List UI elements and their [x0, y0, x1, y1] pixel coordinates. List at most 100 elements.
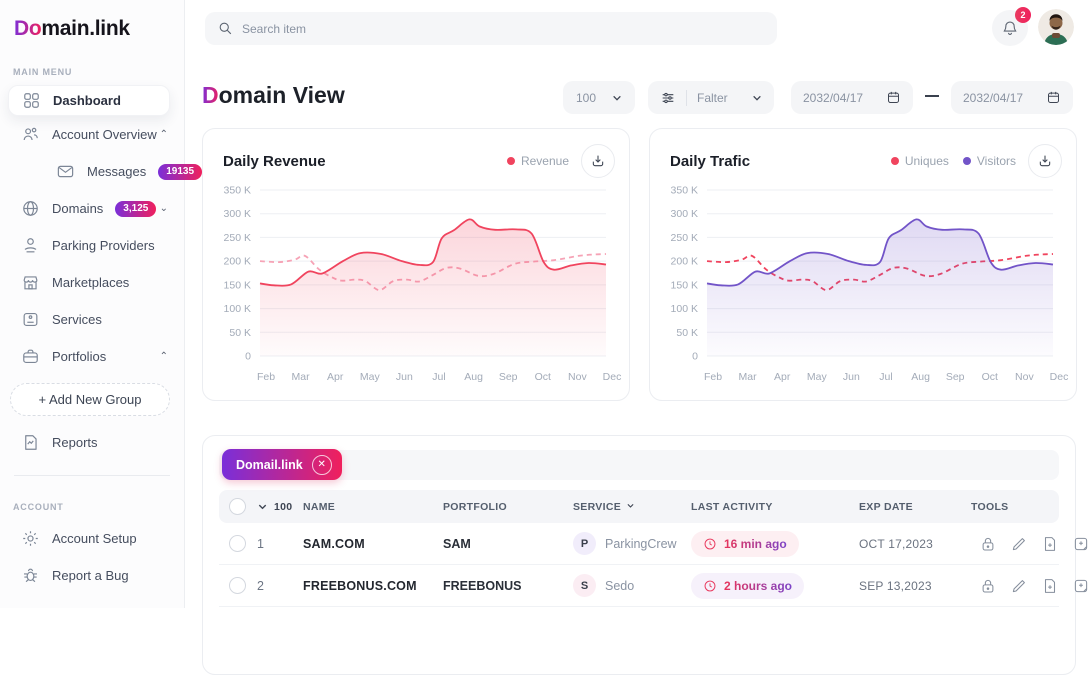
legend-label: Revenue — [521, 154, 569, 168]
sidebar-item-marketplaces[interactable]: Marketplaces — [0, 264, 184, 301]
sidebar-item-report-a-bug[interactable]: Report a Bug — [0, 557, 184, 594]
sidebar-item-messages[interactable]: Messages 19135 — [0, 153, 184, 190]
bug-icon — [21, 566, 40, 585]
download-button[interactable] — [1028, 144, 1062, 178]
export-note-tool-button[interactable] — [1072, 577, 1088, 595]
add-file-tool-button[interactable] — [1041, 577, 1059, 595]
page-size-select[interactable]: 100 — [563, 81, 635, 114]
exp-date-cell: OCT 17,2023 — [859, 537, 971, 551]
avatar-image — [1038, 9, 1074, 45]
avatar[interactable] — [1038, 9, 1074, 45]
row-number: 2 — [257, 579, 303, 593]
lock-tool-button[interactable] — [979, 535, 997, 553]
sidebar-item-account-overview[interactable]: Account Overview ⌃ — [0, 116, 184, 153]
add-file-tool-button[interactable] — [1041, 535, 1059, 553]
sidebar-item-label: Reports — [52, 435, 98, 450]
svg-text:200 K: 200 K — [671, 256, 698, 268]
column-header-tools: TOOLS — [971, 501, 1055, 513]
sidebar-item-dashboard[interactable]: Dashboard — [8, 85, 170, 116]
table-count-select[interactable]: 100 — [257, 501, 303, 513]
sidebar-item-parking-providers[interactable]: Parking Providers — [0, 227, 184, 264]
gear-icon — [21, 529, 40, 548]
daily-revenue-chart: 350 K300 K250 K200 K150 K100 K50 K0FebMa… — [210, 182, 622, 388]
sidebar-item-reports[interactable]: Reports — [0, 424, 184, 461]
sidebar-item-portfolios[interactable]: Portfolios ⌃ — [0, 338, 184, 375]
download-button[interactable] — [581, 144, 615, 178]
sidebar-item-services[interactable]: Services — [0, 301, 184, 338]
legend-item-revenue: Revenue — [507, 154, 569, 168]
portfolio-cell: SAM — [443, 537, 573, 551]
row-checkbox[interactable] — [229, 577, 246, 594]
storefront-icon — [21, 273, 40, 292]
parking-icon — [21, 236, 40, 255]
domains-table-card: Domail.link ✕ 100 NAME PORTFOLIO SERVICE… — [202, 435, 1076, 675]
chevron-down-icon[interactable]: ⌄ — [160, 203, 168, 214]
svg-text:250 K: 250 K — [224, 232, 251, 244]
legend-item-visitors: Visitors — [963, 154, 1016, 168]
svg-text:100 K: 100 K — [224, 303, 251, 315]
page-title: Domain View — [202, 82, 345, 109]
svg-text:100 K: 100 K — [671, 303, 698, 315]
svg-text:May: May — [807, 371, 828, 383]
notifications-button[interactable]: 2 — [992, 10, 1028, 46]
edit-tool-button[interactable] — [1010, 535, 1028, 553]
daily-traffic-chart: 350 K300 K250 K200 K150 K100 K50 K0FebMa… — [657, 182, 1069, 388]
svg-text:Aug: Aug — [464, 371, 483, 383]
column-header-label: SERVICE — [573, 501, 621, 513]
sidebar-item-domains[interactable]: Domains 3,125 ⌄ — [0, 190, 184, 227]
messages-count-badge: 19135 — [158, 164, 202, 180]
logo-rest: main.link — [41, 17, 129, 40]
svg-text:Sep: Sep — [499, 371, 518, 383]
sidebar-item-label: Report a Bug — [52, 568, 129, 583]
table-count-value: 100 — [274, 501, 292, 513]
service-name: ParkingCrew — [605, 537, 677, 551]
filter-button[interactable]: Falter — [648, 81, 774, 114]
column-header-exp-date[interactable]: EXP DATE — [859, 501, 971, 513]
svg-text:200 K: 200 K — [224, 256, 251, 268]
date-from-input[interactable]: 2032/04/17 — [791, 81, 913, 114]
column-header-name[interactable]: NAME — [303, 501, 443, 513]
table-header-row: 100 NAME PORTFOLIO SERVICE LAST ACTIVITY… — [219, 490, 1059, 523]
add-new-group-button[interactable]: + Add New Group — [10, 383, 170, 416]
date-to-input[interactable]: 2032/04/17 — [951, 81, 1073, 114]
edit-tool-button[interactable] — [1010, 577, 1028, 595]
svg-text:Dec: Dec — [603, 371, 622, 383]
sliders-icon — [660, 90, 676, 106]
chevron-down-icon — [626, 501, 635, 510]
sidebar-item-account-setup[interactable]: Account Setup — [0, 520, 184, 557]
sidebar: Domain.link MAIN MENU Dashboard Account … — [0, 0, 185, 608]
clock-icon — [703, 537, 717, 551]
export-note-tool-button[interactable] — [1072, 535, 1088, 553]
app-logo: Domain.link — [0, 0, 184, 41]
column-header-portfolio[interactable]: PORTFOLIO — [443, 501, 573, 513]
lock-icon — [979, 577, 997, 595]
chevron-up-icon[interactable]: ⌃ — [160, 351, 168, 362]
file-plus-icon — [1041, 577, 1059, 595]
svg-text:Feb: Feb — [704, 371, 722, 383]
lock-tool-button[interactable] — [979, 577, 997, 595]
search-icon — [218, 21, 233, 36]
search-bar[interactable] — [205, 12, 777, 45]
pencil-icon — [1010, 535, 1028, 553]
sidebar-item-label: Account Overview — [52, 127, 157, 142]
filter-chip-domail-link[interactable]: Domail.link ✕ — [222, 449, 342, 480]
column-header-service[interactable]: SERVICE — [573, 501, 691, 513]
svg-text:150 K: 150 K — [224, 279, 251, 291]
last-activity-cell: 16 min ago — [691, 531, 859, 557]
table-row[interactable]: 1 SAM.COM SAM P ParkingCrew 16 min ago O… — [219, 523, 1059, 565]
dashboard-grid-icon — [22, 91, 41, 110]
tools-cell — [971, 535, 1088, 553]
close-icon[interactable]: ✕ — [312, 455, 332, 475]
file-plus-icon — [1041, 535, 1059, 553]
chevron-down-icon — [612, 93, 622, 103]
sidebar-item-label: Portfolios — [52, 349, 106, 364]
domain-name-cell: FREEBONUS.COM — [303, 579, 443, 593]
row-checkbox[interactable] — [229, 535, 246, 552]
chevron-up-icon[interactable]: ⌃ — [160, 129, 168, 140]
column-header-last-activity[interactable]: LAST ACTIVITY — [691, 501, 859, 513]
search-input[interactable] — [242, 22, 722, 36]
table-row[interactable]: 2 FREEBONUS.COM FREEBONUS S Sedo 2 hours… — [219, 565, 1059, 607]
chevron-down-icon — [752, 93, 762, 103]
download-icon — [590, 153, 606, 169]
select-all-checkbox[interactable] — [229, 498, 246, 515]
